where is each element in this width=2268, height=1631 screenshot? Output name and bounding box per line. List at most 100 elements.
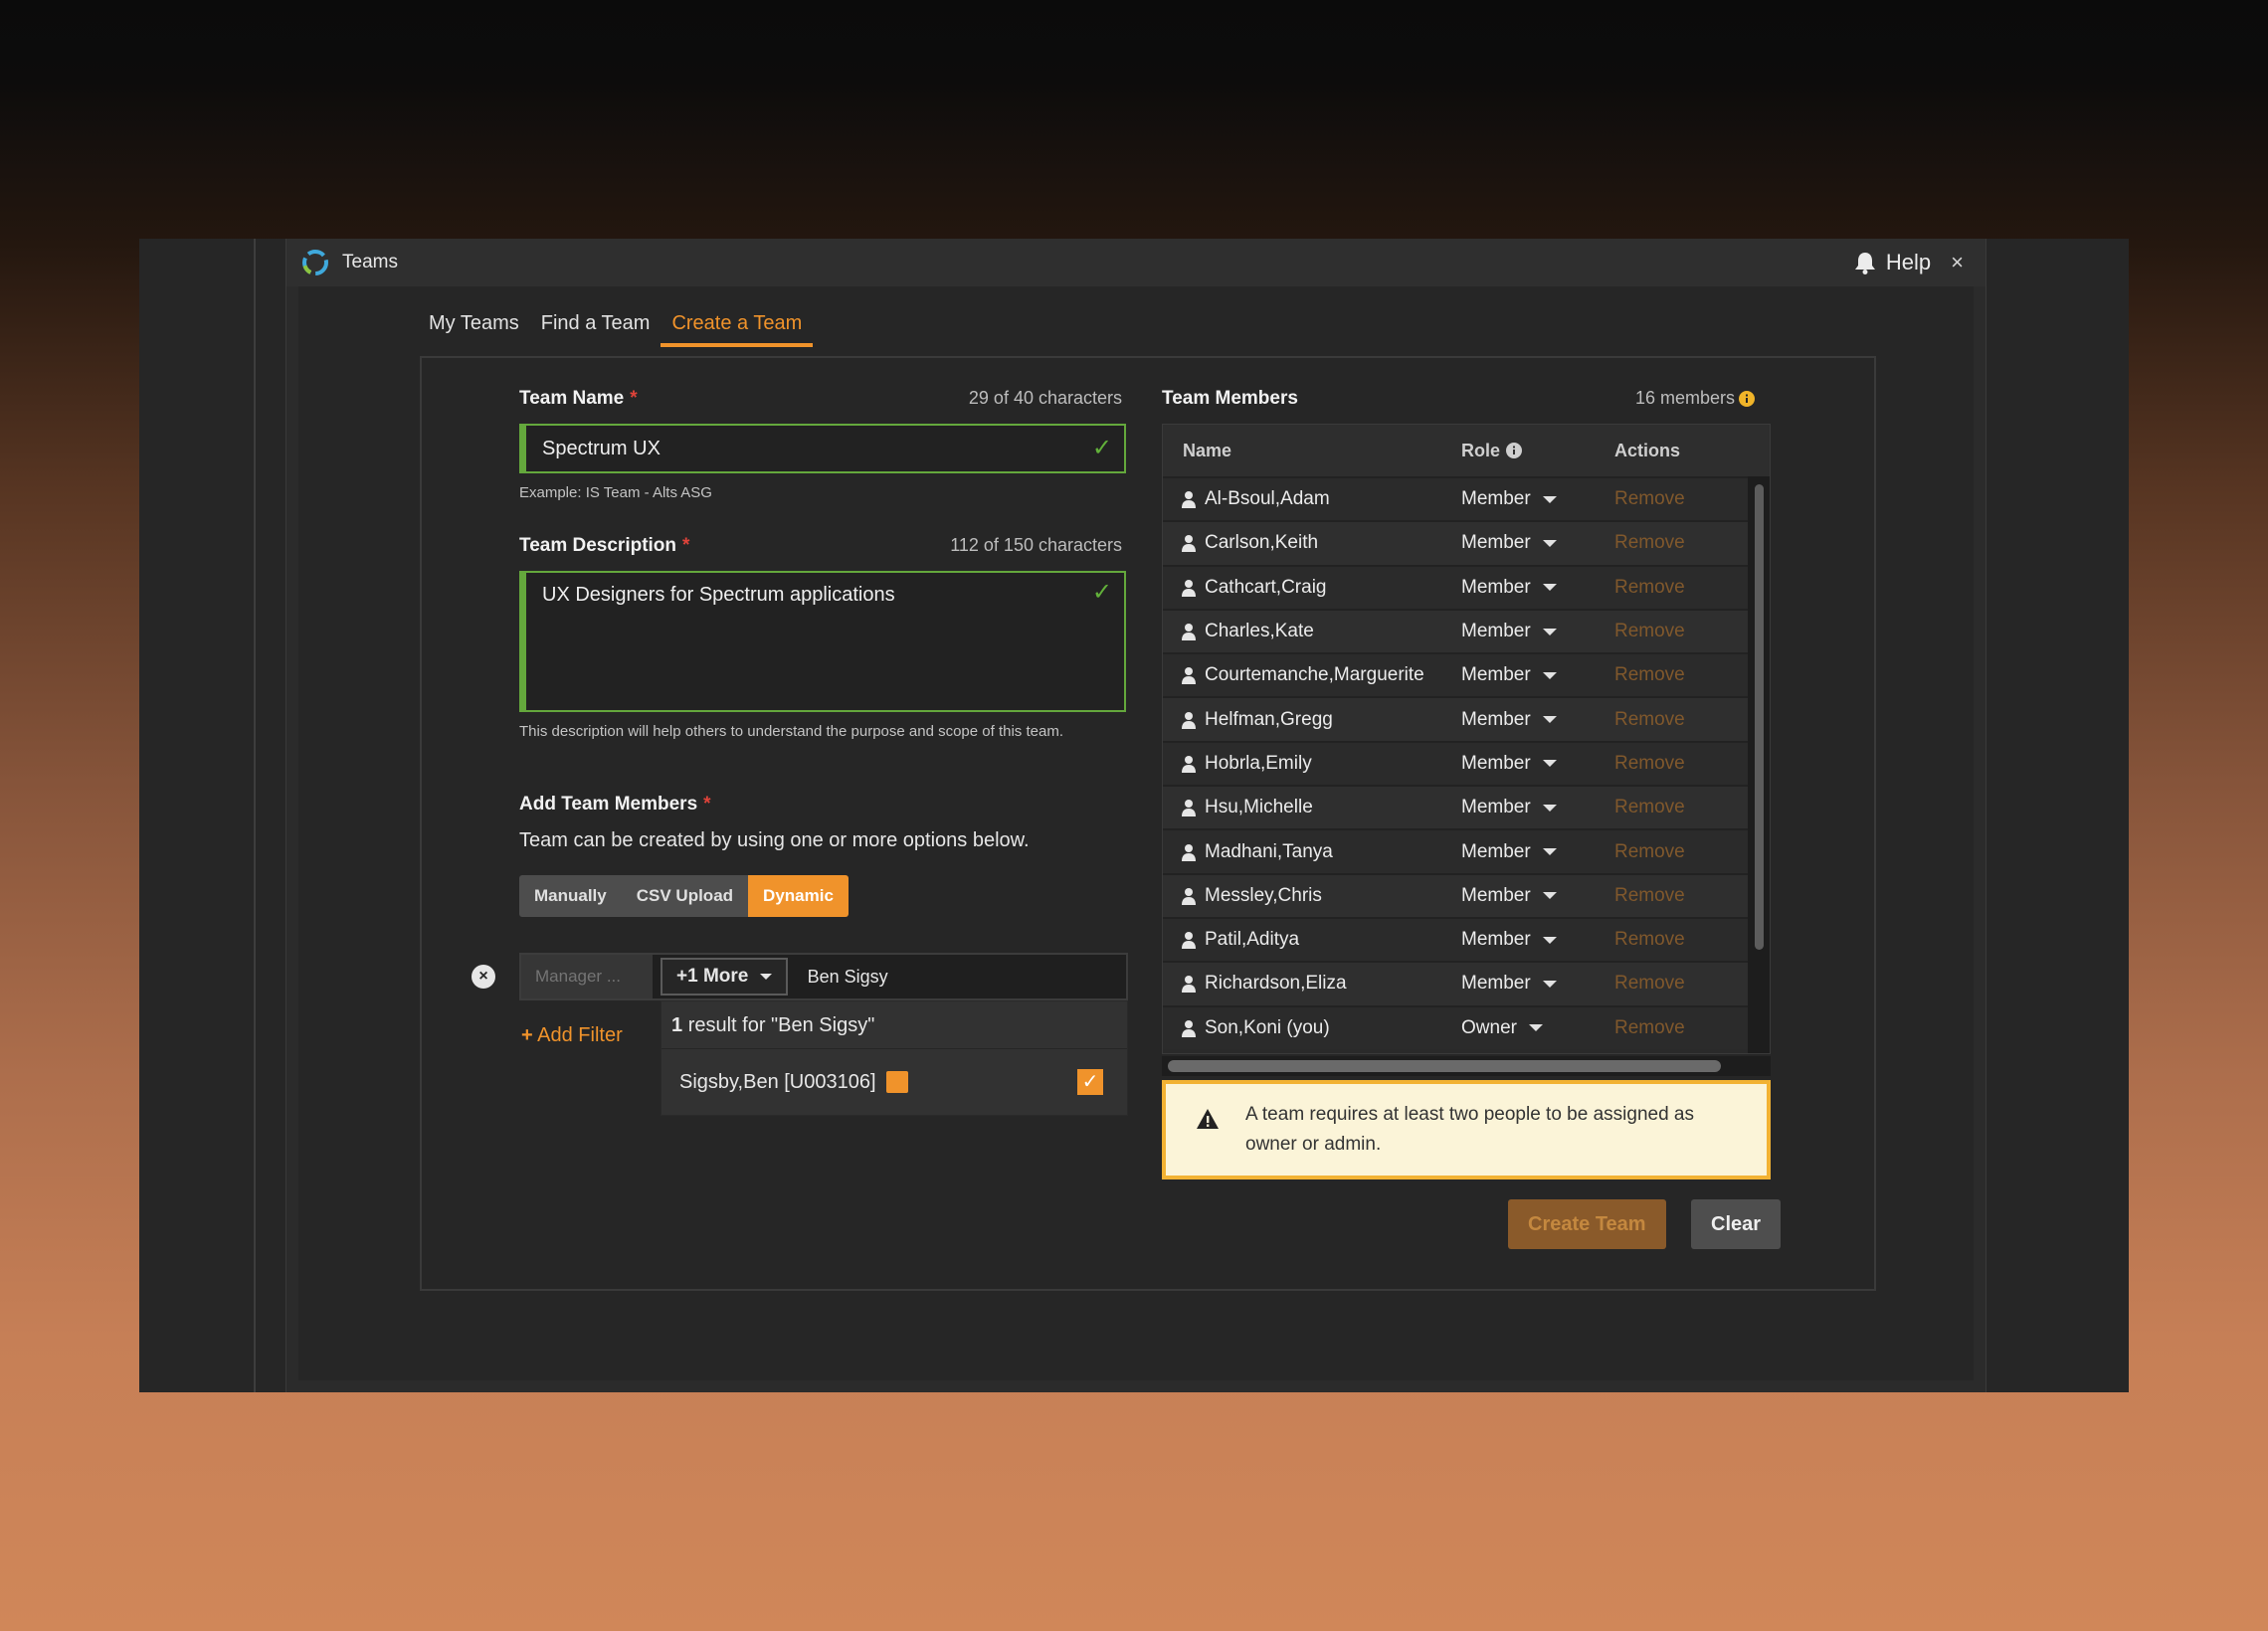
column-actions: Actions	[1614, 440, 1681, 460]
role-dropdown[interactable]: Member	[1461, 577, 1614, 599]
table-row: Helfman,Gregg Member Remove	[1163, 696, 1770, 741]
user-icon	[1182, 491, 1196, 509]
remove-button[interactable]: Remove	[1614, 929, 1685, 950]
role-value: Member	[1461, 532, 1531, 554]
member-name: Charles,Kate	[1205, 621, 1314, 642]
user-icon	[1182, 624, 1196, 641]
mode-dynamic-button[interactable]: Dynamic	[748, 875, 849, 917]
result-checkbox[interactable]: ✓	[1077, 1069, 1103, 1095]
member-name-cell: Charles,Kate	[1163, 621, 1461, 642]
chevron-down-icon	[1542, 495, 1557, 503]
table-header: Name Role Actions	[1163, 425, 1770, 476]
chevron-down-icon	[1542, 936, 1557, 944]
add-filter-link[interactable]: + Add Filter	[521, 1024, 623, 1047]
tab-find-a-team[interactable]: Find a Team	[530, 308, 662, 347]
role-dropdown[interactable]: Member	[1461, 709, 1614, 731]
role-dropdown[interactable]: Owner	[1461, 1017, 1614, 1039]
help-link[interactable]: Help	[1886, 250, 1931, 275]
remove-button[interactable]: Remove	[1614, 532, 1685, 553]
column-name: Name	[1183, 440, 1232, 460]
manager-filter-select[interactable]: Manager ...	[521, 955, 653, 998]
user-icon	[1182, 535, 1196, 553]
backdrop-divider	[254, 239, 256, 1392]
table-row: Charles,Kate Member Remove	[1163, 608, 1770, 653]
member-name-cell: Madhani,Tanya	[1163, 841, 1461, 863]
remove-button[interactable]: Remove	[1614, 621, 1685, 641]
role-value: Member	[1461, 884, 1531, 906]
remove-button[interactable]: Remove	[1614, 664, 1685, 685]
remove-button[interactable]: Remove	[1614, 577, 1685, 598]
remove-filter-icon[interactable]: ×	[472, 965, 495, 989]
info-icon[interactable]	[1739, 390, 1756, 407]
add-members-label-text: Add Team Members	[519, 794, 698, 815]
table-row: Messley,Chris Member Remove	[1163, 872, 1770, 917]
role-value: Member	[1461, 664, 1531, 686]
team-members-table: Name Role Actions Al-Bsoul,Adam Member Rem…	[1162, 424, 1771, 1054]
result-item[interactable]: Sigsby,Ben [U003106] ✓	[662, 1049, 1127, 1115]
tab-bar: My Teams Find a Team Create a Team	[418, 308, 814, 347]
member-name: Cathcart,Craig	[1205, 576, 1327, 598]
add-filter-label: Add Filter	[537, 1024, 623, 1046]
vertical-scrollbar[interactable]	[1748, 476, 1770, 1053]
team-name-value: Spectrum UX	[542, 438, 661, 459]
role-dropdown[interactable]: Member	[1461, 621, 1614, 642]
member-name: Al-Bsoul,Adam	[1205, 488, 1330, 510]
member-name: Carlson,Keith	[1205, 532, 1319, 554]
tab-create-a-team[interactable]: Create a Team	[661, 308, 814, 347]
remove-button[interactable]: Remove	[1614, 885, 1685, 906]
role-dropdown[interactable]: Member	[1461, 488, 1614, 510]
result-item-label: Sigsby,Ben [U003106]	[679, 1070, 876, 1093]
chevron-down-icon	[1542, 892, 1557, 900]
scrollbar-thumb[interactable]	[1755, 484, 1764, 950]
warning-icon	[1197, 1109, 1219, 1129]
filter-search-input[interactable]: Ben Sigsy	[808, 967, 888, 988]
role-dropdown[interactable]: Member	[1461, 885, 1614, 907]
plus-icon: +	[521, 1024, 533, 1046]
remove-button[interactable]: Remove	[1614, 488, 1685, 509]
create-team-button[interactable]: Create Team	[1508, 1199, 1666, 1249]
window-title: Teams	[342, 252, 398, 272]
role-dropdown[interactable]: Member	[1461, 841, 1614, 863]
table-row: Richardson,Eliza Member Remove	[1163, 961, 1770, 1005]
bell-icon[interactable]	[1854, 251, 1876, 274]
table-row: Carlson,Keith Member Remove	[1163, 520, 1770, 565]
team-description-hint: This description will help others to und…	[519, 723, 1063, 740]
table-row: Courtemanche,Marguerite Member Remove	[1163, 652, 1770, 697]
remove-button[interactable]: Remove	[1614, 797, 1685, 817]
user-icon	[1182, 800, 1196, 817]
role-dropdown[interactable]: Member	[1461, 973, 1614, 995]
team-description-textarea[interactable]: UX Designers for Spectrum applications ✓	[519, 571, 1126, 712]
role-dropdown[interactable]: Member	[1461, 797, 1614, 818]
remove-button[interactable]: Remove	[1614, 709, 1685, 730]
role-dropdown[interactable]: Member	[1461, 753, 1614, 775]
mode-manually-button[interactable]: Manually	[519, 875, 622, 917]
mode-csv-upload-button[interactable]: CSV Upload	[621, 875, 749, 917]
calendar-icon	[885, 1071, 908, 1093]
members-count: 16 members	[1635, 388, 1756, 409]
table-row: Madhani,Tanya Member Remove	[1163, 828, 1770, 873]
member-name-cell: Al-Bsoul,Adam	[1163, 488, 1461, 510]
role-dropdown[interactable]: Member	[1461, 532, 1614, 554]
team-name-input[interactable]: Spectrum UX ✓	[519, 424, 1126, 473]
more-filters-dropdown[interactable]: +1 More	[661, 958, 788, 996]
add-members-description: Team can be created by using one or more…	[519, 829, 1030, 851]
member-name-cell: Patil,Aditya	[1163, 929, 1461, 951]
close-icon[interactable]: ×	[1951, 250, 1964, 275]
clear-button[interactable]: Clear	[1691, 1199, 1782, 1249]
role-dropdown[interactable]: Member	[1461, 929, 1614, 951]
scrollbar-thumb[interactable]	[1168, 1060, 1721, 1072]
user-icon	[1182, 976, 1196, 994]
role-dropdown[interactable]: Member	[1461, 664, 1614, 686]
required-mark: *	[703, 794, 711, 815]
remove-button[interactable]: Remove	[1614, 973, 1685, 994]
remove-button[interactable]: Remove	[1614, 841, 1685, 862]
role-value: Member	[1461, 488, 1531, 510]
user-icon	[1182, 711, 1196, 729]
remove-button[interactable]: Remove	[1614, 753, 1685, 774]
user-icon	[1182, 755, 1196, 773]
info-icon[interactable]	[1506, 443, 1523, 458]
table-row: Patil,Aditya Member Remove	[1163, 916, 1770, 962]
horizontal-scrollbar[interactable]	[1162, 1056, 1771, 1076]
remove-button[interactable]: Remove	[1614, 1017, 1685, 1038]
tab-my-teams[interactable]: My Teams	[418, 308, 530, 347]
